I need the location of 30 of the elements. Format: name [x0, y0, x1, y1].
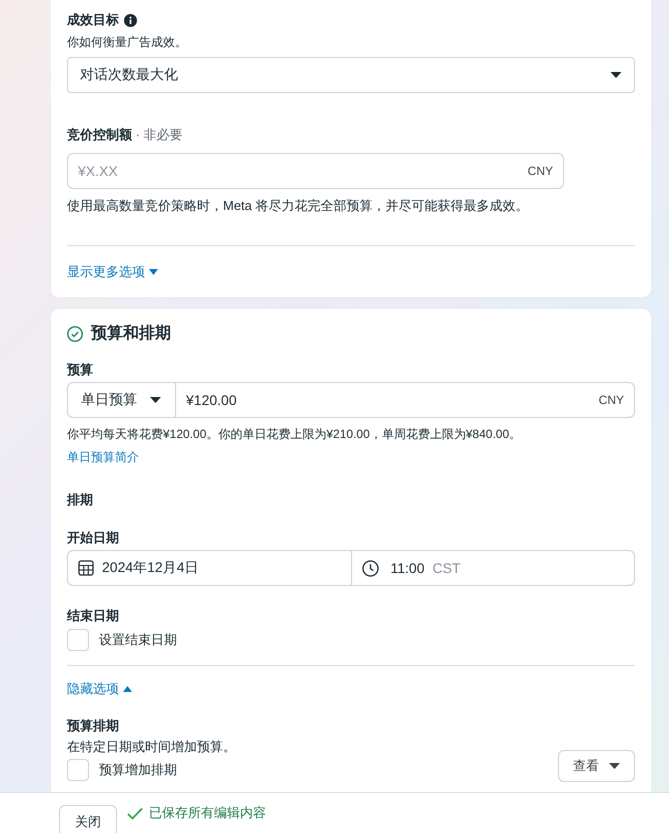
- section-title: 预算和排期: [91, 324, 171, 344]
- bid-input-field[interactable]: ¥X.XX CNY: [67, 153, 564, 189]
- checkbox-label: 预算增加排期: [99, 761, 177, 779]
- section-description: 你如何衡量广告成效。: [67, 34, 188, 51]
- caret-icon: [609, 763, 620, 769]
- help-text: 你平均每天将花费¥120.00。你的单日花费上限为¥210.00，单周花费上限为¥840.00。: [67, 426, 522, 443]
- caret-icon: [149, 269, 158, 275]
- section-label: 竞价控制额 · 非必要: [67, 127, 183, 143]
- caret-icon: [610, 72, 622, 78]
- check-icon: [127, 806, 143, 820]
- caret-icon: [123, 686, 132, 692]
- goal-dropdown[interactable]: 对话次数最大化: [67, 57, 635, 93]
- view-button[interactable]: 查看: [558, 750, 635, 782]
- section-label: 排期: [67, 492, 93, 508]
- close-button[interactable]: 关闭: [59, 805, 117, 833]
- checkbox[interactable]: [67, 759, 89, 781]
- section-label: 预算: [67, 362, 93, 378]
- section-label: 成效目标: [67, 12, 119, 28]
- checkbox-label: 设置结束日期: [99, 631, 177, 649]
- hide-options-link[interactable]: 隐藏选项: [67, 680, 132, 698]
- section-description: 在特定日期或时间增加预算。: [67, 738, 237, 756]
- checkbox[interactable]: [67, 629, 89, 651]
- saved-status: 已保存所有编辑内容: [149, 804, 266, 822]
- section-label: 预算排期: [67, 718, 119, 734]
- field-label: 开始日期: [67, 530, 119, 546]
- show-more-link[interactable]: 显示更多选项: [67, 263, 158, 281]
- field-label: 结束日期: [67, 608, 119, 624]
- help-text: 使用最高数量竞价策略时，Meta 将尽力花完全部预算，并尽可能获得最多成效。: [67, 197, 530, 215]
- info-icon: [124, 14, 137, 26]
- budget-info-link[interactable]: 单日预算简介: [67, 449, 139, 466]
